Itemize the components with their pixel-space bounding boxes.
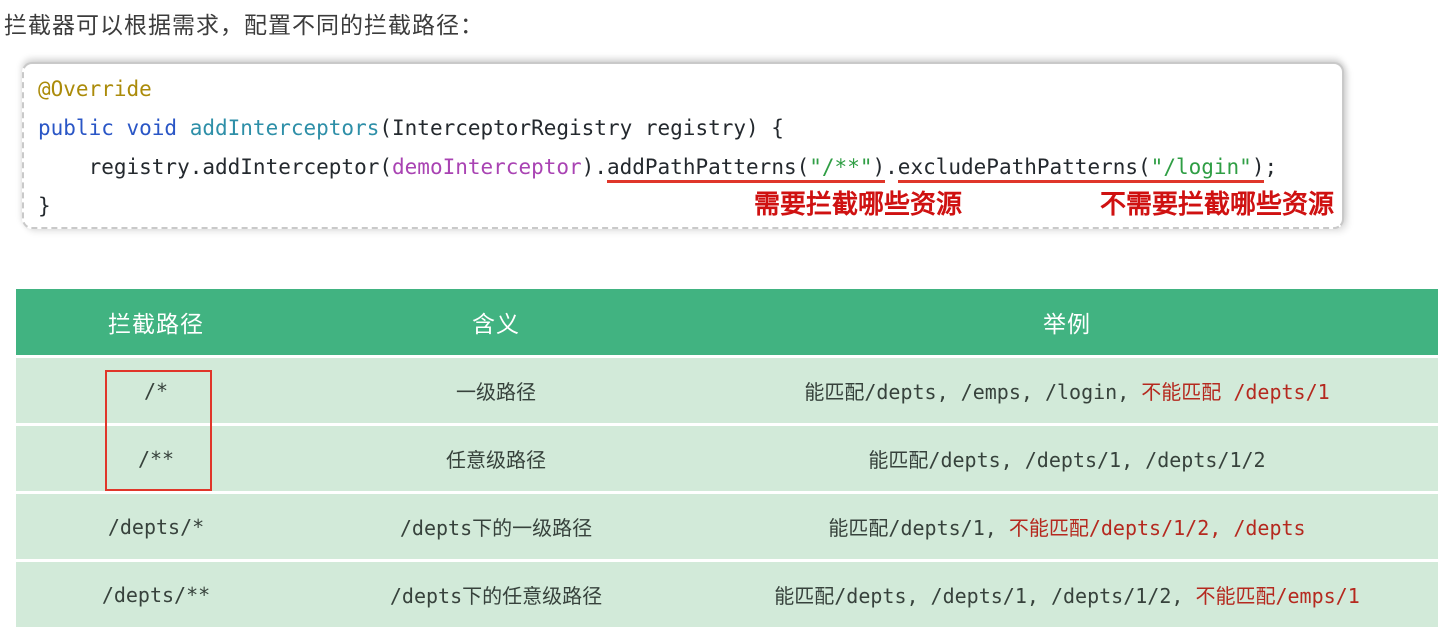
method-call-token: addPathPatterns(: [607, 155, 809, 179]
method-call-token: excludePathPatterns(: [898, 155, 1151, 179]
code-text-token: ;: [1264, 155, 1277, 179]
code-line-3: registry.addInterceptor(demoInterceptor)…: [38, 148, 1342, 187]
keyword-token: public void: [38, 116, 190, 140]
exclude-path-patterns-underline: excludePathPatterns("/login"): [898, 155, 1265, 183]
variable-token: demoInterceptor: [392, 155, 582, 179]
meaning-cell: 一级路径: [296, 376, 696, 405]
example-cell: 能匹配/depts/1, 不能匹配/depts/1/2, /depts: [696, 512, 1438, 541]
table-row: /depts/* /depts下的一级路径 能匹配/depts/1, 不能匹配/…: [16, 494, 1438, 559]
method-name-token: addInterceptors: [190, 116, 380, 140]
table-row: /* 一级路径 能匹配/depts, /emps, /login, 不能匹配 /…: [16, 358, 1438, 423]
add-path-patterns-underline: addPathPatterns("/**"): [607, 155, 885, 183]
annotation-exclude-paths: 不需要拦截哪些资源: [1100, 191, 1334, 219]
col-header-path: 拦截路径: [16, 305, 296, 339]
path-cell: /**: [16, 447, 296, 471]
table-header-row: 拦截路径 含义 举例: [16, 289, 1438, 355]
example-red-text: 不能匹配/depts/1/2, /depts: [1009, 516, 1306, 540]
meaning-cell: /depts下的任意级路径: [296, 580, 696, 609]
code-text-token: }: [38, 194, 51, 218]
example-cell: 能匹配/depts, /depts/1, /depts/1/2, 不能匹配/em…: [696, 580, 1438, 609]
page-title: 拦截器可以根据需求，配置不同的拦截路径：: [4, 6, 484, 40]
code-block: @Override public void addInterceptors(In…: [22, 62, 1344, 229]
col-header-meaning: 含义: [296, 305, 696, 339]
meaning-cell: 任意级路径: [296, 444, 696, 473]
example-plain-text: 能匹配/depts/1,: [828, 516, 1008, 540]
path-cell: /depts/**: [16, 583, 296, 607]
string-literal-token: "/**": [809, 155, 872, 179]
code-text-token: ): [1252, 155, 1265, 179]
example-plain-text: 能匹配/depts, /depts/1, /depts/1/2,: [774, 584, 1195, 608]
example-cell: 能匹配/depts, /depts/1, /depts/1/2: [696, 444, 1438, 473]
code-text-token: (InterceptorRegistry registry) {: [379, 116, 784, 140]
intercept-path-table: 拦截路径 含义 举例 /* 一级路径 能匹配/depts, /emps, /lo…: [16, 289, 1438, 627]
table-row: /depts/** /depts下的任意级路径 能匹配/depts, /dept…: [16, 562, 1438, 627]
example-plain-text: 能匹配/depts, /emps, /login,: [804, 380, 1141, 404]
path-cell: /depts/*: [16, 515, 296, 539]
code-text-token: ): [872, 155, 885, 179]
example-red-text: 不能匹配/emps/1: [1195, 584, 1359, 608]
string-literal-token: "/login": [1151, 155, 1252, 179]
example-plain-text: 能匹配/depts, /depts/1, /depts/1/2: [868, 448, 1265, 472]
code-line-2: public void addInterceptors(InterceptorR…: [38, 109, 1342, 148]
page: 拦截器可以根据需求，配置不同的拦截路径： @Override public vo…: [0, 0, 1438, 641]
code-text-token: ).: [582, 155, 607, 179]
code-line-1: @Override: [38, 70, 1342, 109]
code-text-token: registry.addInterceptor(: [38, 155, 392, 179]
example-red-text: 不能匹配 /depts/1: [1141, 380, 1329, 404]
example-cell: 能匹配/depts, /emps, /login, 不能匹配 /depts/1: [696, 376, 1438, 405]
table-row: /** 任意级路径 能匹配/depts, /depts/1, /depts/1/…: [16, 426, 1438, 491]
annotation-include-paths: 需要拦截哪些资源: [754, 191, 962, 219]
meaning-cell: /depts下的一级路径: [296, 512, 696, 541]
java-annotation-token: @Override: [38, 77, 152, 101]
code-text-token: .: [885, 155, 898, 179]
col-header-example: 举例: [696, 305, 1438, 339]
path-cell: /*: [16, 379, 296, 403]
